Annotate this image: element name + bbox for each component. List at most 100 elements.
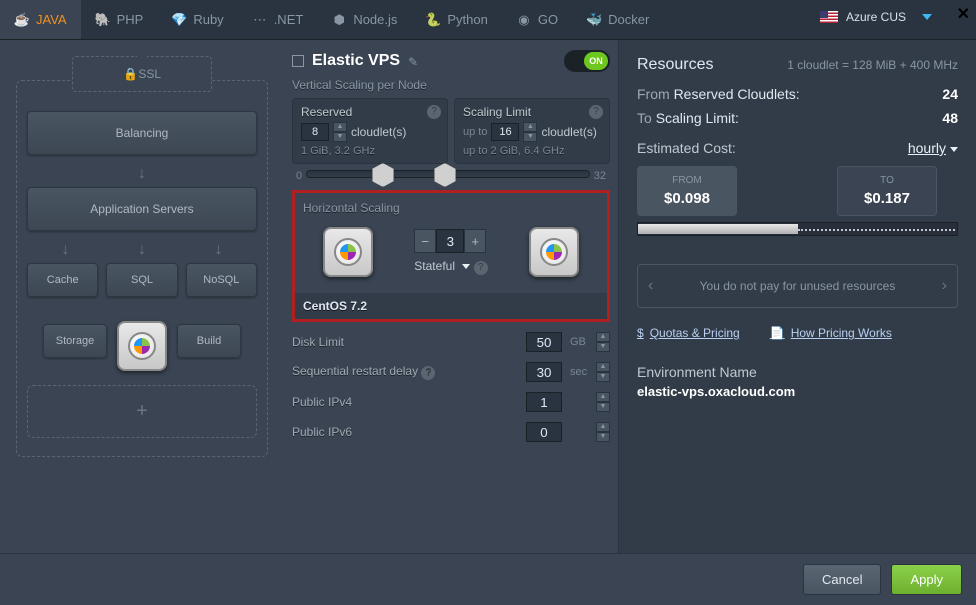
lock-icon: 🔒	[123, 67, 135, 79]
python-icon: 🐍	[425, 12, 441, 28]
arrow-down-icon: ↓	[61, 241, 69, 259]
tab-dotnet[interactable]: ⋯.NET	[238, 0, 318, 39]
vps-node-selected[interactable]	[117, 321, 167, 371]
help-icon[interactable]: ?	[474, 261, 488, 275]
reserved-cloudlets-value: 24	[942, 86, 958, 102]
chevron-down-icon	[950, 147, 958, 152]
carousel-prev[interactable]: ‹	[648, 277, 653, 295]
period-select[interactable]: hourly	[908, 140, 958, 156]
help-icon[interactable]: ?	[589, 105, 603, 119]
ipv4-input[interactable]	[526, 392, 562, 412]
php-icon: 🐘	[95, 12, 111, 28]
node-instance-icon[interactable]	[323, 227, 373, 277]
reserved-spinner[interactable]: ▲▼	[333, 122, 347, 142]
reserved-card: Reserved ? ▲▼ cloudlet(s) 1 GiB, 3.2 GHz	[292, 98, 448, 164]
slider-handle-limit[interactable]	[434, 163, 456, 187]
ipv4-spinner[interactable]: ▲▼	[596, 392, 610, 412]
scaling-limit-value: 48	[942, 110, 958, 126]
os-label: CentOS 7.2	[295, 293, 607, 319]
layer-icon	[292, 55, 304, 67]
dollar-icon: $	[637, 326, 644, 340]
quotas-pricing-link[interactable]: $Quotas & Pricing	[637, 326, 740, 340]
node-instance-icon[interactable]	[529, 227, 579, 277]
ssl-toggle[interactable]: 🔒 SSL	[72, 56, 212, 92]
region-label: Azure CUS	[846, 10, 906, 24]
sql-node[interactable]: SQL	[106, 263, 177, 297]
disk-limit-input[interactable]	[526, 332, 562, 352]
dialog-footer: Cancel Apply	[0, 553, 976, 605]
disk-spinner[interactable]: ▲▼	[596, 332, 610, 352]
document-icon: 📄	[770, 326, 785, 340]
close-button[interactable]: ✕	[957, 4, 970, 24]
arrow-down-icon: ↓	[27, 165, 257, 183]
cloudlet-slider[interactable]	[306, 170, 590, 178]
cloudlet-definition: 1 cloudlet = 128 MiB + 400 MHz	[787, 58, 958, 72]
apply-button[interactable]: Apply	[891, 564, 962, 595]
horizontal-scaling-section: Horizontal Scaling − + Stateful ?	[292, 190, 610, 322]
vps-title: Elastic VPS	[312, 52, 400, 70]
limit-card: Scaling Limit ? up to ▲▼ cloudlet(s) up …	[454, 98, 610, 164]
increment-button[interactable]: +	[464, 229, 486, 253]
config-column: Elastic VPS ✎ ON Vertical Scaling per No…	[284, 40, 618, 553]
restart-delay-input[interactable]	[526, 362, 562, 382]
tab-ruby[interactable]: 💎Ruby	[157, 0, 237, 39]
language-tabs: ☕JAVA 🐘PHP 💎Ruby ⋯.NET ⬢Node.js 🐍Python …	[0, 0, 976, 40]
info-carousel: ‹ You do not pay for unused resources ›	[637, 264, 958, 308]
help-icon[interactable]: ?	[427, 105, 441, 119]
chevron-down-icon	[922, 14, 932, 20]
pencil-icon[interactable]: ✎	[408, 55, 420, 67]
ipv6-spinner[interactable]: ▲▼	[596, 422, 610, 442]
node-count-input[interactable]	[436, 229, 464, 253]
flag-us-icon	[820, 11, 838, 23]
decrement-button[interactable]: −	[414, 229, 436, 253]
chevron-down-icon	[462, 264, 470, 269]
limit-spinner[interactable]: ▲▼	[523, 122, 537, 142]
env-name-value: elastic-vps.oxacloud.com	[637, 384, 958, 399]
nosql-node[interactable]: NoSQL	[186, 263, 257, 297]
node-count-stepper: − +	[414, 229, 487, 253]
build-node[interactable]: Build	[177, 324, 241, 358]
cancel-button[interactable]: Cancel	[803, 564, 881, 595]
appservers-node[interactable]: Application Servers	[27, 187, 257, 231]
tab-python[interactable]: 🐍Python	[411, 0, 501, 39]
tab-php[interactable]: 🐘PHP	[81, 0, 158, 39]
resources-panel: Resources 1 cloudlet = 128 MiB + 400 MHz…	[618, 40, 976, 553]
vscale-label: Vertical Scaling per Node	[292, 78, 610, 92]
slider-handle-reserved[interactable]	[372, 163, 394, 187]
env-name-label: Environment Name	[637, 364, 958, 380]
to-price-card: TO $0.187	[837, 166, 937, 216]
java-icon: ☕	[14, 12, 30, 28]
restart-spinner[interactable]: ▲▼	[596, 362, 610, 382]
centos-icon	[540, 238, 568, 266]
nodejs-icon: ⬢	[331, 12, 347, 28]
resources-title: Resources	[637, 56, 713, 74]
add-node-button[interactable]: +	[27, 385, 257, 438]
arrow-down-icon: ↓	[215, 241, 223, 259]
topology-column: 🔒 SSL Balancing ↓ Application Servers ↓ …	[0, 40, 284, 553]
region-select[interactable]: Azure CUS	[806, 0, 946, 34]
centos-icon	[128, 332, 156, 360]
price-bar	[637, 222, 958, 236]
docker-icon: 🐳	[586, 12, 602, 28]
carousel-next[interactable]: ›	[942, 277, 947, 295]
go-icon: ◉	[516, 12, 532, 28]
tab-docker[interactable]: 🐳Docker	[572, 0, 663, 39]
storage-node[interactable]: Storage	[43, 324, 107, 358]
centos-icon	[334, 238, 362, 266]
vps-toggle[interactable]: ON	[564, 50, 610, 72]
reserved-input[interactable]	[301, 123, 329, 141]
cache-node[interactable]: Cache	[27, 263, 98, 297]
balancing-node[interactable]: Balancing	[27, 111, 257, 155]
ruby-icon: 💎	[171, 12, 187, 28]
limit-input[interactable]	[491, 123, 519, 141]
scaling-mode-select[interactable]: Stateful ?	[414, 259, 487, 275]
ipv6-input[interactable]	[526, 422, 562, 442]
tab-nodejs[interactable]: ⬢Node.js	[317, 0, 411, 39]
from-price-card: FROM $0.098	[637, 166, 737, 216]
how-pricing-link[interactable]: 📄How Pricing Works	[770, 326, 892, 340]
arrow-down-icon: ↓	[138, 241, 146, 259]
tab-go[interactable]: ◉GO	[502, 0, 572, 39]
dotnet-icon: ⋯	[252, 12, 268, 28]
help-icon[interactable]: ?	[421, 366, 435, 380]
tab-java[interactable]: ☕JAVA	[0, 0, 81, 39]
